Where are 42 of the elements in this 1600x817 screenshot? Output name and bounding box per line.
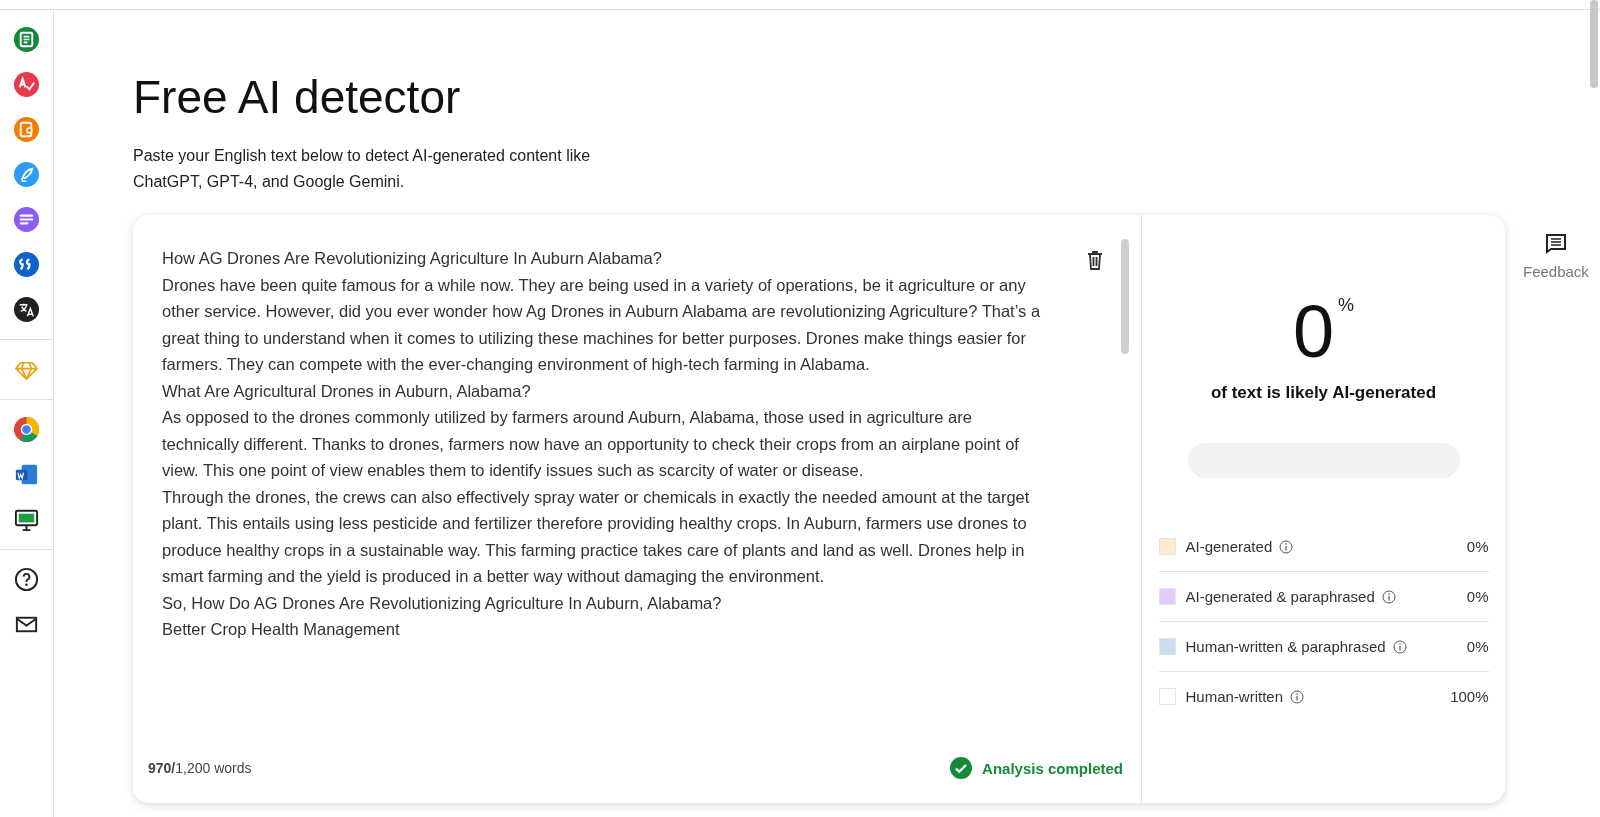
translate-icon[interactable] [13, 296, 40, 323]
check-circle-icon [950, 757, 973, 780]
page-description: ChatGPT, GPT-4, and Google Gemini. [133, 172, 406, 193]
legend-value: 0% [1466, 588, 1489, 606]
info-icon[interactable] [1290, 689, 1305, 704]
document-icon[interactable] [13, 26, 40, 53]
legend-label: Human-written [1185, 688, 1284, 706]
comment-icon[interactable] [1543, 231, 1568, 256]
legend-label: AI-generated & paraphrased [1185, 588, 1375, 606]
text-paragraph: How AG Drones Are Revolutionizing Agriculture In Auburn Alabama? [162, 248, 663, 270]
legend-value: 0% [1466, 638, 1489, 656]
legend-label: AI-generated [1185, 538, 1273, 556]
text-paragraph: So, How Do AG Drones Are Revolutionizing Agriculture In Auburn, Alabama? [162, 592, 723, 614]
browser-icon[interactable] [13, 416, 40, 443]
feedback-label[interactable]: Feedback [1523, 263, 1589, 281]
legend-label: Human-written & paraphrased [1185, 638, 1386, 656]
text-paragraph: Drones have been quite famous for a while now. They are being used in a variety of operations, be it agriculture or any other service. However, did you ever wonder how Ag Drones in Auburn Alabama are revolutionizing Agriculture? That’s a great thing to understand when it comes to utilizing these machines for better purposes. Drones make things easier for farmers. They can compete with the ever-changing environment of high-tech farming in Alabama. [162, 274, 1042, 376]
page-description: Paste your English text below to detect AI-generated content like [133, 146, 592, 167]
info-icon[interactable] [1381, 589, 1396, 604]
ai-percentage: 0 [1292, 295, 1335, 370]
document-search-icon[interactable] [13, 116, 40, 143]
text-paragraph: As opposed to the drones commonly utilized by farmers around Auburn, Alabama, those used in agriculture are technically different. Thanks to drones, farmers now have an opportunity to check their crops from an airplane point of view. This one point of view enables them to identify issues such as scarcity of water or disease. [162, 407, 1020, 482]
quote-icon[interactable] [13, 251, 40, 278]
info-icon[interactable] [1279, 539, 1294, 554]
scrollbar-thumb[interactable] [1121, 239, 1129, 355]
page-scrollbar-thumb[interactable] [1590, 0, 1598, 88]
analysis-status: Analysis completed [982, 759, 1123, 777]
legend-value: 0% [1466, 538, 1489, 556]
text-paragraph: Through the drones, the crews can also effectively spray water or chemicals in exactly the needed amount at the target plant. This entails using less pesticide and fertilizer therefore providing healthy crops. In Auburn, farmers use drones to produce healthy crops in a sustainable way. This farming practice takes care of plants and land as well. Drones help in smart farming and the yield is produced in a better way without damaging the environment. [162, 486, 1031, 588]
spellcheck-icon[interactable] [13, 71, 40, 98]
result-caption: of text is likely AI-generated [1210, 383, 1437, 404]
percent-sign: % [1338, 295, 1355, 317]
info-icon[interactable] [1392, 639, 1407, 654]
page-title: Free AI detector [133, 70, 462, 125]
legend-value: 100% [1450, 688, 1489, 706]
text-paragraph: Better Crop Health Management [162, 619, 401, 641]
trash-icon[interactable] [1085, 249, 1105, 272]
text-paragraph: What Are Agricultural Drones in Auburn, Alabama? [162, 380, 532, 402]
help-icon[interactable] [13, 566, 40, 593]
feather-icon[interactable] [13, 161, 40, 188]
lines-icon[interactable] [13, 206, 40, 233]
word-count: 970/1,200 words [148, 760, 252, 777]
